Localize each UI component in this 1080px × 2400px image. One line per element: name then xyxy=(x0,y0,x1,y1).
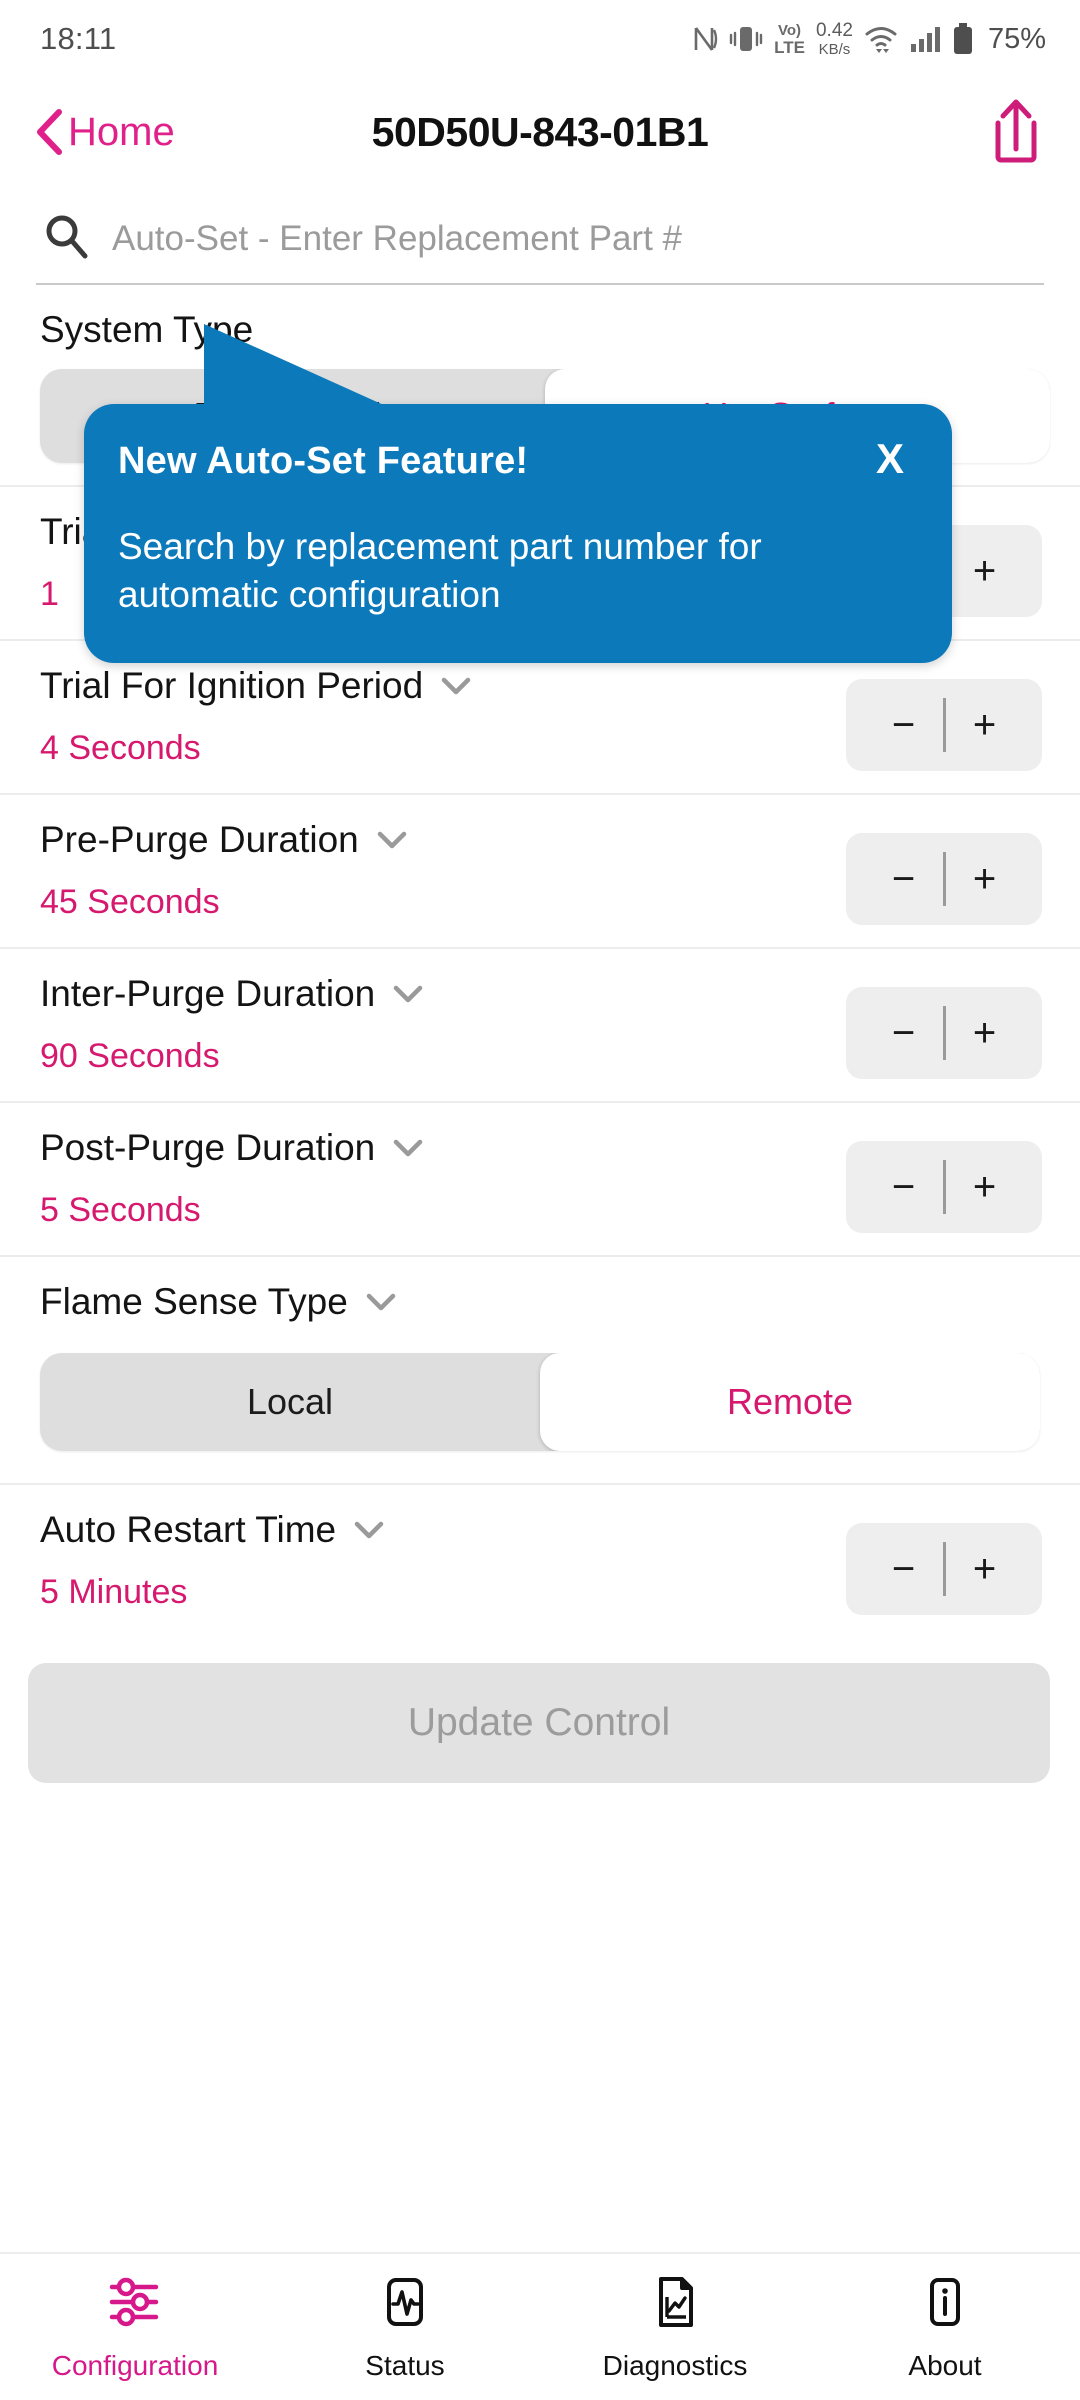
app-screen: 18:11 Vo) LTE 0.42 KB/s 75% Home 50D50U-… xyxy=(0,0,1080,2400)
row-label: Flame Sense Type xyxy=(40,1281,348,1322)
tooltip-title: New Auto-Set Feature! xyxy=(118,440,529,482)
stepper-trial-for-ignition-period[interactable]: − + xyxy=(846,679,1042,771)
chevron-left-icon xyxy=(34,109,64,155)
nav-item-configuration[interactable]: Configuration xyxy=(0,2273,270,2382)
row-pre-purge-duration[interactable]: Pre-Purge Duration 45 Seconds − + xyxy=(0,795,1080,949)
flame-sense-type-segmented[interactable]: Local Remote xyxy=(40,1353,1050,1451)
stepper-decrement[interactable]: − xyxy=(865,1167,943,1207)
chevron-down-icon[interactable] xyxy=(393,985,423,1003)
stepper-increment[interactable]: + xyxy=(946,1167,1024,1207)
row-auto-restart-time[interactable]: Auto Restart Time 5 Minutes − + xyxy=(0,1485,1080,1637)
bottom-navigation: Configuration Status Diagnostics About xyxy=(0,2252,1080,2400)
search-row xyxy=(30,212,1050,283)
data-speed-indicator: 0.42 KB/s xyxy=(815,20,853,58)
row-value: 45 Seconds xyxy=(40,883,220,921)
back-label: Home xyxy=(68,109,175,154)
row-value: 4 Seconds xyxy=(40,729,201,767)
volte-icon: Vo) LTE xyxy=(774,21,805,57)
chevron-down-icon[interactable] xyxy=(366,1293,396,1311)
stepper-increment[interactable]: + xyxy=(946,551,1024,591)
stepper-increment[interactable]: + xyxy=(946,859,1024,899)
search-input[interactable] xyxy=(112,212,1040,265)
status-bar-icons: Vo) LTE 0.42 KB/s 75% xyxy=(692,21,1046,57)
nav-label: Configuration xyxy=(51,2349,219,2381)
nav-item-about[interactable]: About xyxy=(810,2273,1080,2382)
pulse-icon xyxy=(376,2273,434,2336)
row-label: Inter-Purge Duration xyxy=(40,973,376,1014)
info-icon xyxy=(916,2273,974,2336)
battery-icon xyxy=(952,23,974,55)
chevron-down-icon[interactable] xyxy=(393,1139,423,1157)
stepper-decrement[interactable]: − xyxy=(865,705,943,745)
stepper-increment[interactable]: + xyxy=(946,1013,1024,1053)
vibrate-icon xyxy=(729,24,763,54)
share-icon xyxy=(995,99,1037,162)
status-bar: 18:11 Vo) LTE 0.42 KB/s 75% xyxy=(0,0,1080,78)
update-control-section: Update Control xyxy=(0,1637,1080,1813)
stepper-post-purge-duration[interactable]: − + xyxy=(846,1141,1042,1233)
sliders-icon xyxy=(106,2273,164,2336)
chevron-down-icon[interactable] xyxy=(441,677,471,695)
stepper-pre-purge-duration[interactable]: − + xyxy=(846,833,1042,925)
battery-percent: 75% xyxy=(987,22,1046,55)
share-button[interactable] xyxy=(988,97,1044,168)
row-value: 5 Seconds xyxy=(40,1191,201,1229)
auto-set-tooltip: New Auto-Set Feature! X Search by replac… xyxy=(84,324,952,664)
stepper-increment[interactable]: + xyxy=(946,705,1024,745)
back-to-home-button[interactable]: Home xyxy=(34,109,175,155)
nfc-icon xyxy=(692,24,718,54)
nav-label: About xyxy=(908,2349,982,2381)
stepper-auto-restart-time[interactable]: − + xyxy=(846,1523,1042,1615)
tooltip-close-button[interactable]: X xyxy=(856,438,918,480)
status-bar-clock: 18:11 xyxy=(40,21,117,56)
signal-icon xyxy=(909,24,941,54)
search-icon xyxy=(42,212,90,265)
row-flame-sense-type[interactable]: Flame Sense Type Local Remote xyxy=(0,1257,1080,1485)
row-inter-purge-duration[interactable]: Inter-Purge Duration 90 Seconds − + xyxy=(0,949,1080,1103)
tooltip-body: Search by replacement part number for au… xyxy=(118,526,762,616)
tooltip-pointer xyxy=(204,324,386,406)
wifi-icon xyxy=(864,24,898,54)
segment-option-local[interactable]: Local xyxy=(40,1353,540,1451)
row-label: Post-Purge Duration xyxy=(40,1127,376,1168)
nav-label: Status xyxy=(365,2349,445,2381)
chart-document-icon xyxy=(646,2273,704,2336)
stepper-increment[interactable]: + xyxy=(946,1549,1024,1589)
nav-label: Diagnostics xyxy=(602,2349,748,2381)
update-control-button[interactable]: Update Control xyxy=(28,1663,1050,1783)
nav-item-diagnostics[interactable]: Diagnostics xyxy=(540,2273,810,2382)
row-label: Trial For Ignition Period xyxy=(40,665,424,706)
row-label: Auto Restart Time xyxy=(40,1509,337,1550)
row-label: Pre-Purge Duration xyxy=(40,819,359,860)
stepper-decrement[interactable]: − xyxy=(865,1013,943,1053)
row-value: 90 Seconds xyxy=(40,1037,220,1075)
nav-item-status[interactable]: Status xyxy=(270,2273,540,2382)
row-value: 5 Minutes xyxy=(40,1573,188,1611)
app-header: Home 50D50U-843-01B1 xyxy=(0,78,1080,186)
stepper-inter-purge-duration[interactable]: − + xyxy=(846,987,1042,1079)
row-post-purge-duration[interactable]: Post-Purge Duration 5 Seconds − + xyxy=(0,1103,1080,1257)
chevron-down-icon[interactable] xyxy=(377,831,407,849)
stepper-decrement[interactable]: − xyxy=(865,1549,943,1589)
auto-set-search-section xyxy=(0,186,1080,285)
chevron-down-icon[interactable] xyxy=(354,1521,384,1539)
stepper-decrement[interactable]: − xyxy=(865,859,943,899)
row-trial-for-ignition-period[interactable]: Trial For Ignition Period 4 Seconds − + xyxy=(0,641,1080,795)
segment-option-remote[interactable]: Remote xyxy=(540,1353,1040,1451)
